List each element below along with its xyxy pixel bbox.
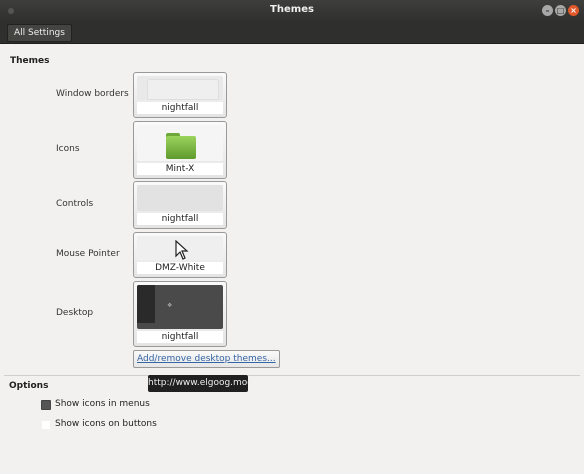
icons-button[interactable]: Mint-X [133, 121, 227, 179]
mouse-pointer-value: DMZ-White [137, 262, 223, 274]
mouse-pointer-label: Mouse Pointer [56, 249, 120, 259]
show-icons-on-buttons-checkbox[interactable] [41, 420, 51, 430]
window-title: Themes [270, 4, 314, 15]
content-area: Themes Window borders nightfall Icons Mi… [0, 44, 584, 474]
themes-window: Themes – □ × All Settings Themes Window … [0, 0, 584, 474]
show-icons-in-menus-label[interactable]: Show icons in menus [55, 399, 150, 409]
close-button[interactable]: × [568, 5, 579, 16]
window-borders-preview [137, 76, 223, 100]
icons-label: Icons [56, 144, 80, 154]
desktop-preview: ❖ [137, 285, 223, 329]
desktop-button[interactable]: ❖ nightfall [133, 281, 227, 347]
icons-preview [137, 125, 223, 161]
show-icons-in-menus-checkbox[interactable] [41, 400, 51, 410]
folder-icon [166, 133, 196, 159]
mouse-pointer-preview [137, 236, 223, 260]
show-icons-on-buttons-label[interactable]: Show icons on buttons [55, 419, 157, 429]
controls-label: Controls [56, 199, 94, 209]
mouse-pointer-button[interactable]: DMZ-White [133, 232, 227, 278]
desktop-logo-icon: ❖ [167, 302, 173, 309]
maximize-button[interactable]: □ [555, 5, 566, 16]
section-divider [4, 375, 580, 376]
add-remove-desktop-themes-link[interactable]: Add/remove desktop themes... [133, 350, 280, 368]
desktop-value: nightfall [137, 331, 223, 343]
desktop-label: Desktop [56, 308, 94, 318]
controls-value: nightfall [137, 213, 223, 225]
icons-value: Mint-X [137, 163, 223, 175]
window-borders-label: Window borders [56, 89, 129, 99]
themes-section-title: Themes [10, 56, 50, 66]
window-borders-value: nightfall [137, 102, 223, 114]
all-settings-button[interactable]: All Settings [7, 24, 72, 42]
title-bar: Themes – □ × [0, 0, 584, 22]
controls-button[interactable]: nightfall [133, 181, 227, 229]
minimize-button[interactable]: – [542, 5, 553, 16]
link-tooltip: http://www.elgoog.moc [148, 375, 252, 392]
window-borders-button[interactable]: nightfall [133, 72, 227, 118]
arrow-cursor-icon [175, 240, 189, 260]
toolbar: All Settings [0, 22, 584, 44]
controls-preview [137, 185, 223, 211]
options-section-title: Options [9, 381, 49, 391]
